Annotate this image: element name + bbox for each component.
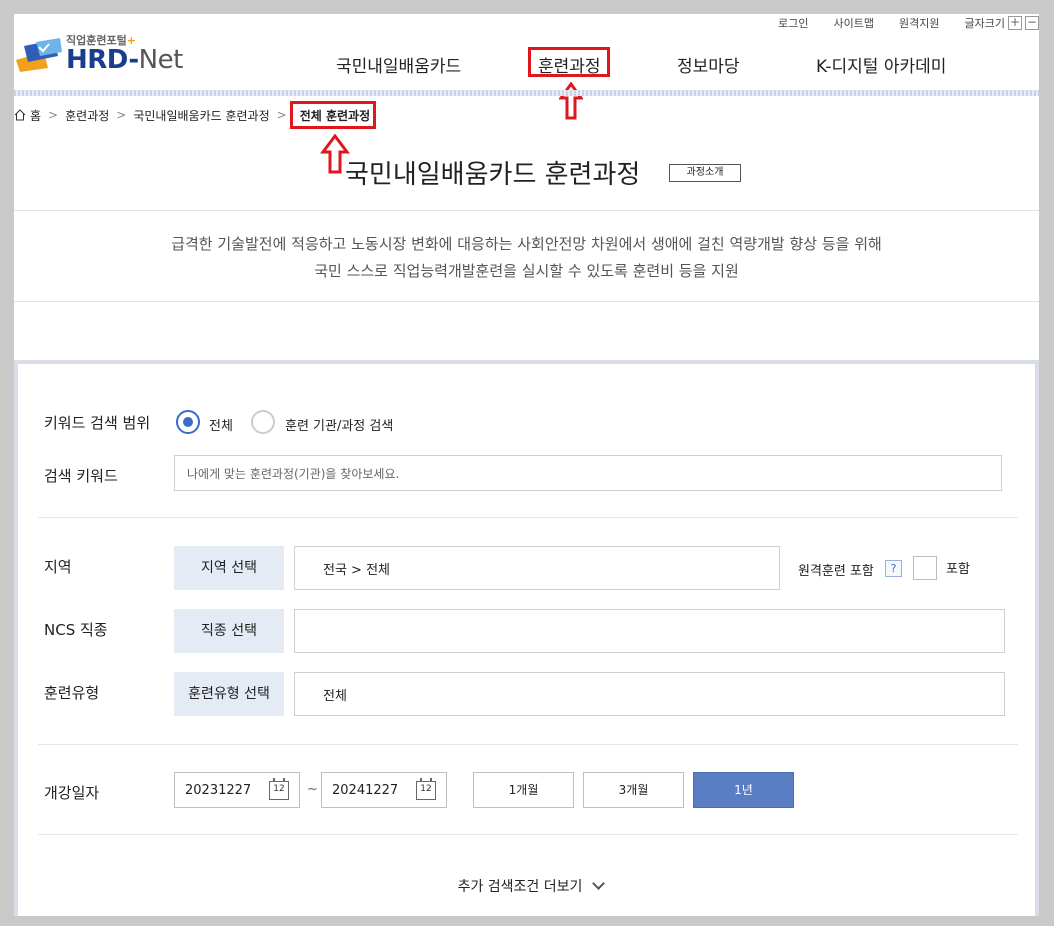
- calendar-icon[interactable]: 12: [416, 778, 436, 800]
- header-divider: [14, 90, 1039, 96]
- start-date-input[interactable]: 20231227 12: [174, 772, 300, 808]
- keyword-scope-label: 키워드 검색 범위: [44, 414, 151, 432]
- start-date-value: 20231227: [185, 782, 252, 798]
- period-3month-button[interactable]: 3개월: [583, 772, 684, 808]
- highlight-nav-box: [528, 47, 610, 77]
- more-conditions-label: 추가 검색조건 더보기: [457, 879, 583, 895]
- breadcrumb-separator: >: [116, 108, 127, 122]
- region-label: 지역: [44, 558, 72, 576]
- up-arrow-icon: [559, 82, 583, 120]
- calendar-icon[interactable]: 12: [269, 778, 289, 800]
- search-panel: 키워드 검색 범위 전체 훈련 기관/과정 검색 검색 키워드 나에게 맞는 훈…: [14, 360, 1039, 916]
- ncs-select-button[interactable]: 직종 선택: [174, 609, 284, 653]
- page-description-line2: 국민 스스로 직업능력개발훈련을 실시할 수 있도록 훈련비 등을 지원: [314, 262, 739, 280]
- training-type-select-button[interactable]: 훈련유형 선택: [174, 672, 284, 716]
- login-link[interactable]: 로그인: [778, 15, 808, 31]
- remote-training-label: 원격훈련 포함: [798, 564, 874, 579]
- sitemap-link[interactable]: 사이트맵: [834, 15, 874, 31]
- end-date-value: 20241227: [332, 782, 399, 798]
- scope-institution-radio[interactable]: [251, 410, 275, 434]
- training-type-label: 훈련유형: [44, 684, 100, 702]
- date-range-tilde: ~: [307, 782, 318, 797]
- page: 로그인 사이트맵 원격지원 글자크기 + − 직업훈련포털+ HRD-Net 국…: [14, 14, 1039, 916]
- period-1year-button[interactable]: 1년: [693, 772, 794, 808]
- global-nav: 국민내일배움카드 훈련과정 정보마당 K-디지털 아카데미: [14, 52, 1039, 78]
- nav-info[interactable]: 정보마당: [677, 52, 740, 77]
- help-icon[interactable]: ?: [885, 560, 902, 577]
- keyword-search-input[interactable]: 나에게 맞는 훈련과정(기관)을 찾아보세요.: [174, 455, 1002, 491]
- ncs-label: NCS 직종: [44, 621, 108, 639]
- font-increase-button[interactable]: +: [1008, 16, 1022, 30]
- training-type-value-field[interactable]: 전체: [294, 672, 1005, 716]
- ncs-value-field[interactable]: [294, 609, 1005, 653]
- scope-institution-label[interactable]: 훈련 기관/과정 검색: [285, 415, 393, 434]
- page-title: 국민내일배움카드 훈련과정: [345, 160, 641, 190]
- period-1month-button[interactable]: 1개월: [473, 772, 574, 808]
- include-label: 포함: [946, 562, 970, 577]
- utility-bar: 로그인 사이트맵 원격지원 글자크기 + −: [753, 14, 1039, 32]
- breadcrumb-training[interactable]: 훈련과정: [65, 107, 109, 124]
- section-divider: [38, 517, 1018, 518]
- breadcrumb-home-label: 홈: [30, 108, 42, 123]
- page-description-line1: 급격한 기술발전에 적응하고 노동시장 변화에 대응하는 사회안전망 차원에서 …: [171, 235, 882, 253]
- divider: [14, 210, 1039, 211]
- nav-k-digital[interactable]: K-디지털 아카데미: [816, 52, 946, 77]
- section-divider: [38, 744, 1018, 745]
- breadcrumb-card-courses[interactable]: 국민내일배움카드 훈련과정: [133, 107, 269, 124]
- nav-national-card[interactable]: 국민내일배움카드: [336, 52, 461, 77]
- chevron-down-icon: [592, 877, 606, 890]
- breadcrumb-separator: >: [276, 108, 287, 122]
- breadcrumb-home[interactable]: 홈: [14, 107, 41, 124]
- more-conditions-toggle[interactable]: 추가 검색조건 더보기: [18, 876, 1039, 896]
- scope-all-radio[interactable]: [176, 410, 200, 434]
- keyword-label: 검색 키워드: [44, 467, 118, 485]
- divider: [14, 301, 1039, 302]
- highlight-breadcrumb-box: [290, 101, 376, 129]
- start-date-label: 개강일자: [44, 784, 100, 802]
- course-intro-button[interactable]: 과정소개: [669, 164, 741, 182]
- remote-include-checkbox[interactable]: [913, 556, 937, 580]
- remote-support-link[interactable]: 원격지원: [899, 15, 939, 31]
- font-size-label: 글자크기: [964, 17, 1005, 30]
- breadcrumb-separator: >: [48, 108, 59, 122]
- section-divider: [38, 834, 1018, 835]
- scope-all-label[interactable]: 전체: [209, 415, 233, 434]
- font-decrease-button[interactable]: −: [1025, 16, 1039, 30]
- region-select-button[interactable]: 지역 선택: [174, 546, 284, 590]
- region-value-field[interactable]: 전국 > 전체: [294, 546, 780, 590]
- end-date-input[interactable]: 20241227 12: [321, 772, 447, 808]
- home-icon: [14, 109, 26, 121]
